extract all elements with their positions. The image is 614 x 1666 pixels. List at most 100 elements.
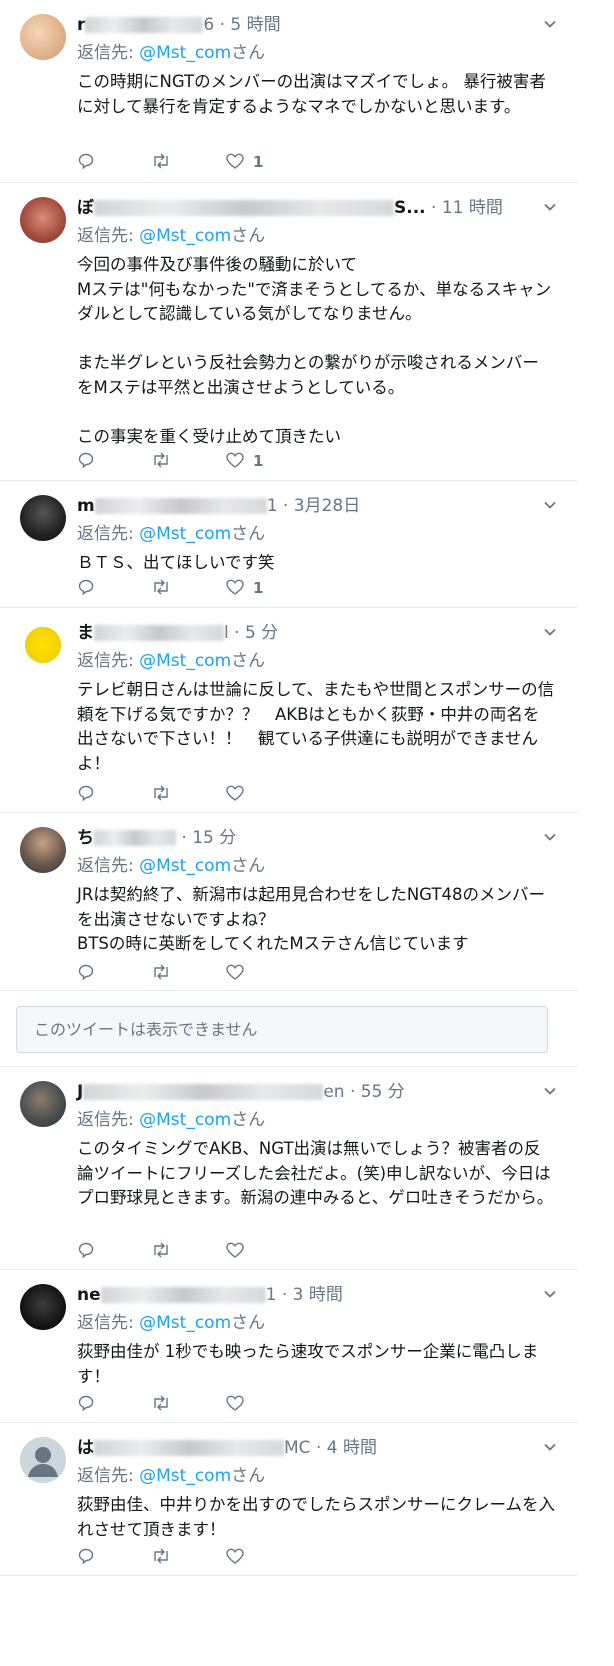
reply-prefix: 返信先: [77, 1466, 134, 1486]
like-icon[interactable] [225, 451, 245, 471]
tweet-header: は MC · 4 時間 [77, 1437, 377, 1459]
avatar[interactable] [20, 495, 66, 541]
like-icon[interactable] [225, 578, 245, 598]
like-icon[interactable] [225, 963, 245, 983]
retweet-icon[interactable] [150, 963, 172, 983]
reply-to: 返信先: @Mst_comさん [77, 1312, 265, 1334]
reply-suffix: さん [231, 43, 266, 63]
tweet-time[interactable]: · 5 時間 [220, 15, 281, 35]
reply-prefix: 返信先: [77, 856, 134, 876]
reply-icon[interactable] [77, 963, 95, 983]
tweet[interactable]: ち · 15 分 返信先: @Mst_comさん JRは契約終了、新潟市は起用見… [0, 813, 578, 991]
unavailable-notice: このツイートは表示できません [16, 1006, 548, 1053]
tweet-time[interactable]: · 11 時間 [431, 198, 503, 218]
reply-icon[interactable] [77, 784, 95, 804]
reply-icon[interactable] [77, 1394, 95, 1414]
reply-icon[interactable] [77, 1241, 95, 1261]
chevron-down-icon[interactable] [544, 18, 556, 30]
retweet-icon[interactable] [150, 1394, 172, 1414]
reply-suffix: さん [231, 1110, 266, 1130]
reply-suffix: さん [231, 1313, 266, 1333]
avatar[interactable] [20, 14, 66, 60]
avatar[interactable] [20, 622, 66, 668]
reply-icon[interactable] [77, 451, 95, 471]
reply-icon[interactable] [77, 152, 95, 172]
retweet-icon[interactable] [150, 1547, 172, 1567]
reply-handle[interactable]: @Mst_com [139, 226, 231, 246]
tweet-text: この時期にNGTのメンバーの出演はマズイでしょ。 暴行被害者に対して暴行を肯定す… [77, 72, 546, 116]
reply-handle[interactable]: @Mst_com [139, 651, 231, 671]
reply-suffix: さん [231, 856, 266, 876]
like-icon[interactable] [225, 1547, 245, 1567]
redacted-name [83, 1084, 324, 1100]
tweet-time[interactable]: · 15 分 [181, 828, 236, 848]
name-tail: MC [284, 1438, 311, 1458]
tweet[interactable]: Jen · 55 分 返信先: @Mst_comさん このタイミングでAKB、N… [0, 1067, 578, 1270]
reply-icon[interactable] [77, 578, 95, 598]
avatar[interactable] [20, 1284, 66, 1330]
user-name[interactable]: ぼ [77, 198, 94, 218]
retweet-icon[interactable] [150, 784, 172, 804]
tweet-time[interactable]: · 55 分 [350, 1082, 405, 1102]
tweet-time[interactable]: · 3 時間 [282, 1285, 343, 1305]
tweet[interactable]: は MC · 4 時間 返信先: @Mst_comさん 荻野由佳、中井りかを出すの… [0, 1423, 578, 1576]
user-name[interactable]: は [77, 1438, 94, 1458]
like-icon[interactable] [225, 1241, 245, 1261]
user-name[interactable]: ち [77, 828, 94, 848]
tweet-header: ち · 15 分 [77, 827, 236, 849]
reply-handle[interactable]: @Mst_com [139, 524, 231, 544]
reply-prefix: 返信先: [77, 1313, 134, 1333]
reply-handle[interactable]: @Mst_com [139, 856, 231, 876]
like-count: 1 [253, 153, 264, 171]
reply-to: 返信先: @Mst_comさん [77, 225, 265, 247]
user-name[interactable]: ne [77, 1285, 101, 1305]
reply-to: 返信先: @Mst_comさん [77, 855, 265, 877]
tweet[interactable]: r 6 · 5 時間 返信先: @Mst_comさん この時期にNGTのメンバーの… [0, 0, 578, 183]
like-icon[interactable] [225, 152, 245, 172]
reply-to: 返信先: @Mst_comさん [77, 42, 265, 64]
tweet[interactable]: m1 · 3月28日 返信先: @Mst_comさん ＢＴＳ、出てほしいです笑 … [0, 481, 578, 608]
reply-handle[interactable]: @Mst_com [139, 43, 231, 63]
retweet-icon[interactable] [150, 451, 172, 471]
tweet-time[interactable]: · 3月28日 [283, 496, 360, 516]
reply-handle[interactable]: @Mst_com [139, 1313, 231, 1333]
avatar[interactable] [20, 197, 66, 243]
user-name[interactable]: m [77, 496, 95, 516]
like-icon[interactable] [225, 1394, 245, 1414]
reply-prefix: 返信先: [77, 43, 134, 63]
reply-handle[interactable]: @Mst_com [139, 1466, 231, 1486]
default-avatar-icon[interactable] [20, 1437, 66, 1483]
avatar[interactable] [20, 827, 66, 873]
user-name[interactable]: ま [77, 623, 94, 643]
reply-handle[interactable]: @Mst_com [139, 1110, 231, 1130]
chevron-down-icon[interactable] [544, 1085, 556, 1097]
avatar[interactable] [20, 1081, 66, 1127]
tweet-time[interactable]: · 4 時間 [316, 1438, 377, 1458]
reply-icon[interactable] [77, 1547, 95, 1567]
like-count: 1 [253, 452, 264, 470]
like-icon[interactable] [225, 784, 245, 804]
chevron-down-icon[interactable] [544, 201, 556, 213]
tweet[interactable]: ne 1 · 3 時間 返信先: @Mst_comさん 荻野由佳が 1秒でも映った… [0, 1270, 578, 1423]
chevron-down-icon[interactable] [544, 626, 556, 638]
tweet-text: 今回の事件及び事件後の騒動に於いて Mステは"何もなかった"で済まそうとしてるか… [77, 255, 552, 446]
redacted-name [94, 625, 224, 641]
tweet-time[interactable]: · 5 分 [234, 623, 278, 643]
retweet-icon[interactable] [150, 152, 172, 172]
tweet[interactable]: ま l · 5 分 返信先: @Mst_comさん テレビ朝日さんは世論に反して、… [0, 608, 578, 813]
tweet[interactable]: ぼ S... · 11 時間 返信先: @Mst_comさん 今回の事件及び事件後… [0, 183, 578, 481]
retweet-icon[interactable] [150, 578, 172, 598]
like-count: 1 [253, 579, 264, 597]
chevron-down-icon[interactable] [544, 1441, 556, 1453]
tweet-text: テレビ朝日さんは世論に反して、またもや世間とスポンサーの信頼を下げる気ですか？？… [77, 680, 555, 773]
reply-to: 返信先: @Mst_comさん [77, 1465, 265, 1487]
tweet-header: ま l · 5 分 [77, 622, 278, 644]
reply-prefix: 返信先: [77, 524, 134, 544]
chevron-down-icon[interactable] [544, 831, 556, 843]
name-tail: 1 [266, 496, 278, 516]
user-name[interactable]: r [77, 15, 85, 35]
chevron-down-icon[interactable] [544, 1288, 556, 1300]
name-tail: en [323, 1082, 345, 1102]
retweet-icon[interactable] [150, 1241, 172, 1261]
chevron-down-icon[interactable] [544, 499, 556, 511]
